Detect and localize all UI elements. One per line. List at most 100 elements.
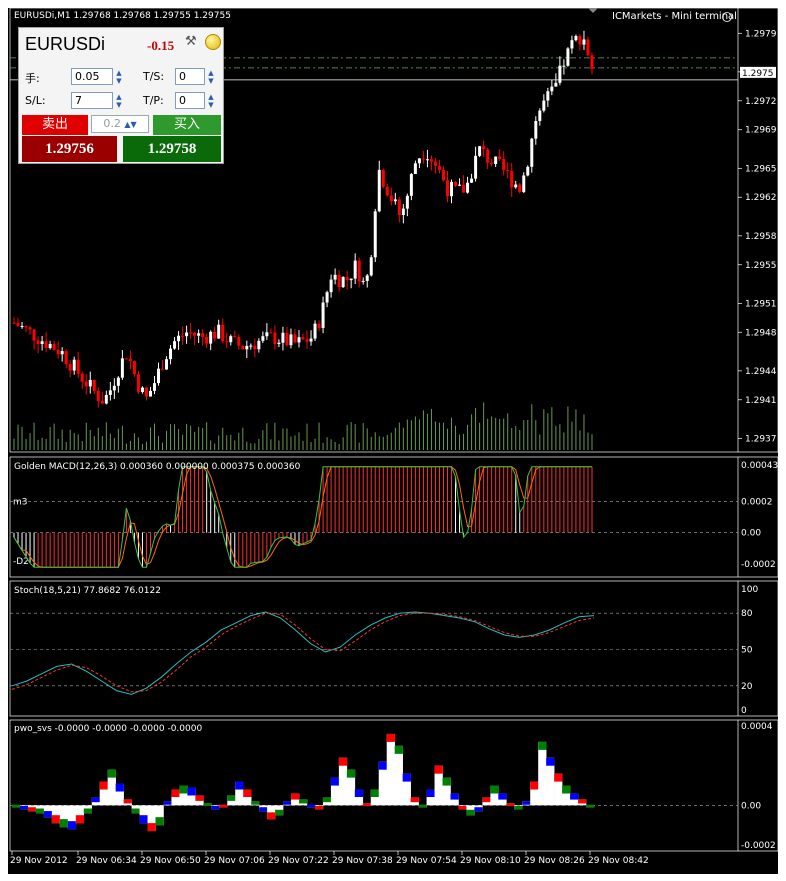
ts-label: T/S: (143, 70, 165, 83)
pwo-bar-cap (227, 795, 236, 801)
panel-symbol: EURUSDi (25, 34, 106, 54)
time-tick-label: 29 Nov 08:42 (588, 856, 649, 866)
pwo-bar (538, 741, 547, 806)
pwo-bar-cap (450, 793, 459, 800)
sl-spinner-icon[interactable]: ▲ ▼ (114, 93, 124, 110)
macd-side-label-lower: -D2 (13, 557, 29, 567)
candle-body (68, 364, 72, 371)
time-tick-label: 29 Nov 08:26 (524, 856, 585, 866)
price-tick-label: 1.2958 (745, 232, 777, 242)
tp-input[interactable]: 0 ▲ ▼ (175, 92, 214, 109)
price-tick-label: 1.2944 (745, 367, 777, 377)
macd-tick-label: 0.0002 (741, 497, 773, 507)
price-tick-label: 1.2979 (745, 29, 777, 39)
candle-body (313, 323, 317, 339)
pwo-bar-cap (283, 801, 292, 805)
pwo-bar-cap (195, 795, 204, 801)
candle-body (345, 277, 349, 281)
candle-body (337, 274, 341, 288)
candle-body (281, 332, 285, 343)
pwo-bar-cap (498, 793, 507, 800)
lots-input[interactable]: 0.05 ▲ ▼ (71, 68, 122, 85)
lots-label: 手: (25, 72, 40, 85)
time-tick-label: 29 Nov 07:54 (396, 856, 457, 866)
pwo-bar-cap (434, 765, 443, 774)
pwo-bar-cap (538, 741, 547, 750)
pwo-bar-cap (386, 733, 395, 742)
candle-body (373, 211, 377, 258)
candle-body (550, 86, 554, 92)
candle-body (36, 340, 40, 344)
candle-body (341, 277, 345, 288)
candle-body (225, 341, 229, 343)
candle-body (249, 345, 253, 347)
sl-input[interactable]: 7 ▲ ▼ (71, 92, 122, 109)
candle-body (233, 336, 237, 338)
pwo-bar-cap (530, 781, 539, 790)
pwo-bar-cap (243, 789, 252, 798)
candle-body (28, 327, 32, 330)
sell-price-button[interactable]: 1.29756 (22, 136, 117, 162)
candle-body (450, 181, 454, 197)
candle-body (538, 110, 542, 122)
lots-spinner-icon[interactable]: ▲ ▼ (114, 69, 124, 86)
spread-spinner-icon[interactable]: ▲▼ (124, 120, 136, 129)
coin-icon[interactable] (205, 34, 221, 50)
tp-label: T/P: (143, 94, 164, 107)
candle-body (104, 394, 108, 404)
ts-spinner-icon[interactable]: ▲ ▼ (206, 69, 216, 86)
pwo-bar-cap (362, 803, 372, 807)
candle-body (40, 341, 44, 344)
candle-body (494, 156, 498, 164)
pwo-bar-cap (554, 773, 563, 782)
pwo-bar-cap (267, 812, 276, 820)
pwo-tick-label: -0.0002 (741, 841, 776, 851)
pwo-bar-cap (259, 807, 268, 812)
candle-body (329, 279, 333, 293)
candle-body (116, 377, 120, 386)
candle-body (546, 91, 550, 101)
candle-body (60, 351, 64, 355)
pwo-bar-cap (107, 769, 116, 778)
candle-body (458, 184, 462, 186)
ts-input[interactable]: 0 ▲ ▼ (175, 68, 214, 85)
buy-price-button[interactable]: 1.29758 (123, 136, 221, 162)
pwo-bar-cap (338, 757, 348, 766)
candle-body (257, 340, 261, 350)
candle-body (108, 390, 112, 395)
price-tick-label: 1.2972 (745, 97, 777, 107)
candle-body (16, 322, 20, 327)
pwo-bar-cap (155, 817, 164, 826)
pwo-bar-cap (490, 785, 499, 794)
buy-button[interactable]: 买入 (153, 115, 221, 135)
candle-body (542, 100, 546, 111)
pwo-bar-cap (346, 769, 356, 778)
sell-button[interactable]: 卖出 (22, 115, 88, 135)
candle-body (132, 361, 136, 375)
pwo-bar-cap (418, 804, 427, 808)
spread-field[interactable]: 0.2 ▲▼ (91, 115, 149, 133)
candle-body (84, 381, 88, 387)
candle-body (554, 82, 558, 87)
candle-body (353, 260, 357, 279)
candle-body (393, 199, 397, 202)
pwo-bar-cap (514, 805, 523, 810)
macd-side-label-upper: m3 (13, 497, 28, 507)
price-tick-label: 1.2962 (745, 193, 777, 203)
pwo-bar-cap (314, 805, 324, 810)
pwo-bar-cap (578, 799, 587, 804)
pwo-bar-cap (370, 789, 380, 798)
pwo-bar-cap (123, 799, 132, 804)
candle-body (237, 336, 241, 346)
price-tick-label: 1.2937 (745, 434, 777, 444)
tp-spinner-icon[interactable]: ▲ ▼ (206, 93, 216, 110)
tools-icon[interactable]: ⚒ (185, 34, 197, 49)
candle-body (389, 195, 393, 202)
sl-label: S/L: (25, 94, 46, 107)
candle-body (582, 39, 586, 45)
price-tick-label: 1.2948 (745, 328, 777, 338)
pwo-bar-cap (179, 785, 188, 794)
candle-body (490, 162, 494, 164)
candle-body (510, 170, 514, 188)
candle-body (209, 331, 213, 344)
